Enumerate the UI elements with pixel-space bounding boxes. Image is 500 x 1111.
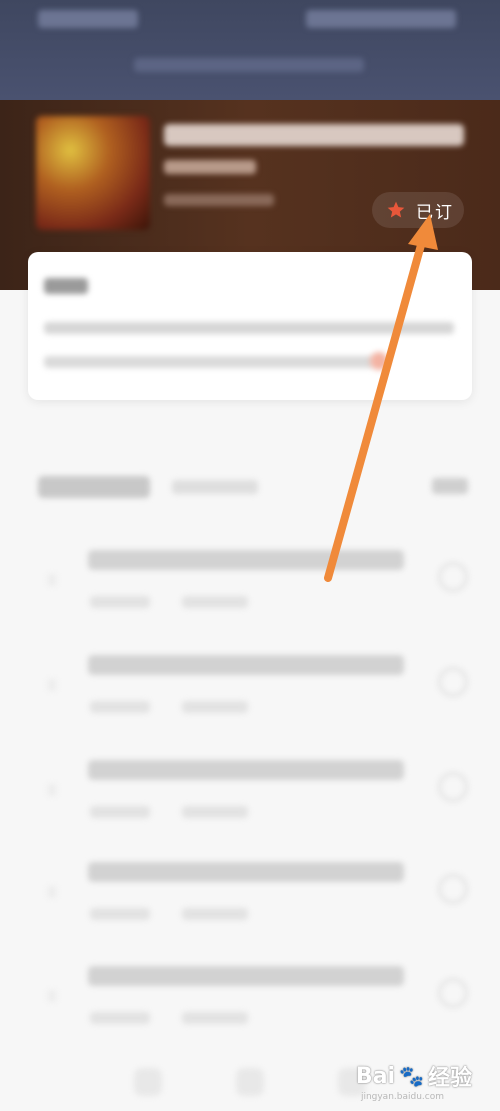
album-meta-blurred (164, 194, 274, 206)
album-title-blurred (164, 124, 464, 146)
episode-meta-blurred (90, 701, 150, 713)
episode-meta-blurred (182, 1012, 248, 1024)
intro-card (28, 252, 472, 400)
list-item[interactable] (0, 852, 500, 956)
episode-meta-blurred (90, 806, 150, 818)
play-icon[interactable] (438, 772, 468, 802)
play-icon[interactable] (438, 874, 468, 904)
album-cover[interactable] (36, 116, 150, 230)
row-marker (48, 574, 56, 586)
episode-meta-blurred (182, 806, 248, 818)
episode-section-title (38, 476, 150, 498)
nav-icon[interactable] (236, 1068, 264, 1096)
episode-count-blurred (172, 480, 258, 494)
watermark: Bai 🐾 经验 (356, 1060, 472, 1092)
album-author-blurred (164, 160, 256, 174)
intro-text-line (44, 322, 454, 334)
episode-title-blurred (88, 655, 404, 675)
play-icon[interactable] (438, 562, 468, 592)
list-item[interactable] (0, 750, 500, 854)
row-marker (48, 886, 56, 898)
watermark-brand-left: Bai (355, 1063, 396, 1089)
episode-meta-blurred (90, 908, 150, 920)
episode-title-blurred (88, 966, 404, 986)
play-icon[interactable] (438, 667, 468, 697)
episode-meta-blurred (90, 596, 150, 608)
play-icon[interactable] (438, 978, 468, 1008)
list-item[interactable] (0, 540, 500, 644)
episode-title-blurred (88, 862, 404, 882)
list-item[interactable] (0, 645, 500, 749)
intro-heading-blurred (44, 278, 88, 294)
sort-button[interactable] (432, 478, 468, 494)
nav-icon[interactable] (134, 1068, 162, 1096)
episode-meta-blurred (182, 701, 248, 713)
subscribed-label: 已订 (416, 202, 454, 223)
intro-text-line (44, 356, 374, 368)
episode-title-blurred (88, 550, 404, 570)
row-marker (48, 679, 56, 691)
episode-meta-blurred (90, 1012, 150, 1024)
row-marker (48, 990, 56, 1002)
watermark-site: jingyan.baidu.com (360, 1092, 444, 1102)
back-nav-blurred[interactable] (38, 10, 138, 28)
top-right-actions-blurred[interactable] (306, 10, 456, 28)
row-marker (48, 784, 56, 796)
episode-title-blurred (88, 760, 404, 780)
list-item[interactable] (0, 956, 500, 1060)
episode-meta-blurred (182, 908, 248, 920)
star-icon (387, 201, 405, 218)
watermark-brand-right: 经验 (427, 1066, 472, 1091)
expand-icon[interactable] (370, 352, 388, 370)
top-subtitle-blurred (134, 58, 364, 72)
subscribed-button[interactable]: 已订 (372, 192, 464, 228)
top-bar (0, 0, 500, 100)
episode-meta-blurred (182, 596, 248, 608)
paw-icon: 🐾 (399, 1064, 424, 1088)
